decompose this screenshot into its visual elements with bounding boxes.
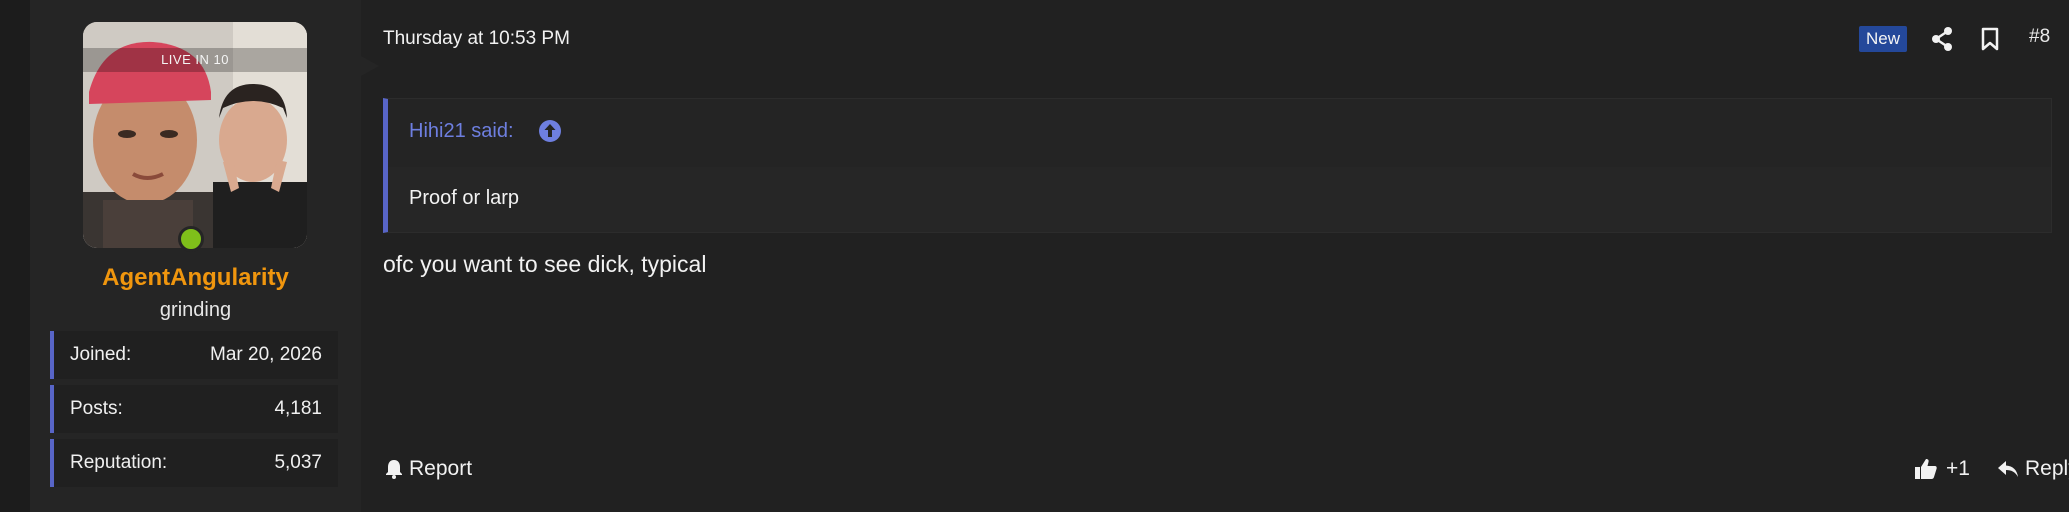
online-status-indicator (178, 226, 204, 252)
reply-label: Reply (2025, 457, 2069, 480)
quote-block: Hihi21 said: Proof or larp (383, 98, 2052, 233)
post-date-link[interactable]: Thursday at 10:53 PM (383, 28, 570, 50)
post-message: ofc you want to see dick, typical (383, 251, 707, 277)
report-button[interactable]: Report (385, 457, 472, 481)
stat-label: Joined: (70, 344, 132, 365)
stat-value: Mar 20, 2026 (210, 344, 322, 365)
forum-post: LIVE IN 10 AgentAngularity grinding Join… (30, 0, 2069, 512)
avatar[interactable]: LIVE IN 10 (83, 22, 307, 248)
quote-arrow-up-icon[interactable] (538, 119, 562, 143)
thumbs-up-icon (1915, 459, 1937, 479)
post-content: Thursday at 10:53 PM New #8 Hihi21 said:… (361, 0, 2069, 512)
avatar-live-overlay: LIVE IN 10 (161, 52, 229, 67)
stat-label: Reputation: (70, 452, 168, 473)
stat-joined: Joined: Mar 20, 2026 (50, 331, 338, 379)
user-sidebar: LIVE IN 10 AgentAngularity grinding Join… (30, 0, 379, 512)
user-title: grinding (159, 299, 232, 321)
bell-icon (386, 460, 402, 479)
post-number-link[interactable]: #8 (2029, 26, 2050, 48)
quote-author-link[interactable]: Hihi21 said: (409, 120, 514, 143)
report-label: Report (409, 457, 473, 480)
stat-value: 5,037 (274, 452, 322, 473)
stat-posts: Posts: 4,181 (50, 385, 338, 433)
stat-reputation: Reputation: 5,037 (50, 439, 338, 487)
page-left-margin (0, 0, 31, 512)
new-badge: New (1859, 26, 1908, 52)
bookmark-icon[interactable] (1980, 27, 2000, 51)
quote-body: Proof or larp (388, 167, 2051, 232)
reply-button[interactable]: Reply (1997, 457, 2069, 481)
stat-value[interactable]: 4,181 (274, 398, 322, 420)
username-link[interactable]: AgentAngularity (30, 264, 361, 292)
reply-arrow-icon (1998, 461, 2018, 477)
quote-text: Proof or larp (409, 187, 520, 209)
stat-label: Posts: (70, 398, 123, 419)
like-count: +1 (1946, 457, 1970, 480)
share-icon[interactable] (1931, 27, 1953, 51)
like-button[interactable]: +1 (1914, 457, 1970, 481)
